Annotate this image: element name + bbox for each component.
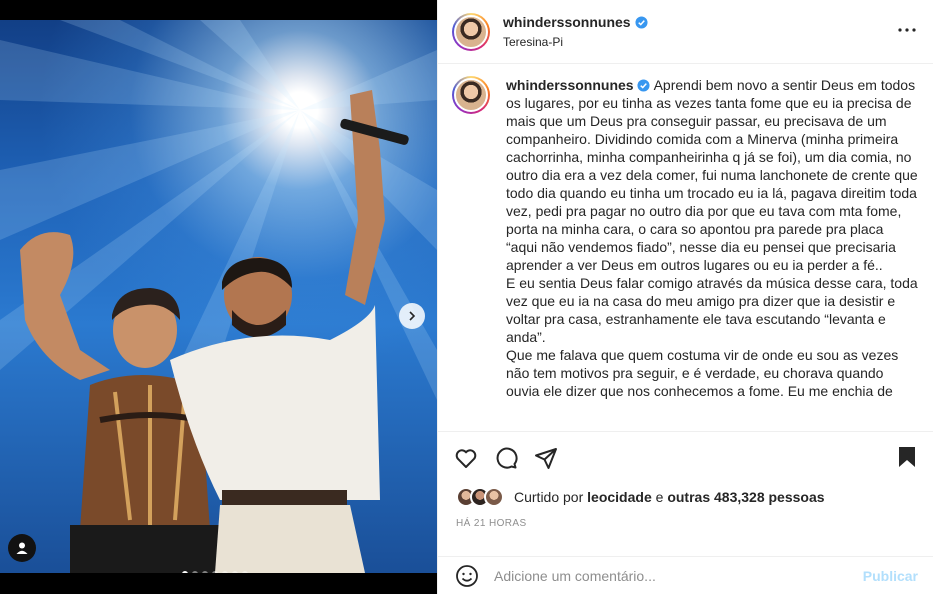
post-timestamp[interactable]: HÁ 21 HORAS bbox=[438, 510, 933, 546]
caption-username[interactable]: whinderssonnunes bbox=[506, 77, 634, 93]
caption-paragraph: Que me falava que quem costuma vir de on… bbox=[506, 347, 903, 399]
liked-by-user[interactable]: leocidade bbox=[587, 489, 652, 505]
post-header: whinderssonnunes Teresina-Pi bbox=[438, 0, 933, 64]
comment-button[interactable] bbox=[494, 446, 518, 470]
user-tag-icon bbox=[16, 542, 28, 554]
stage-photo-illustration bbox=[0, 20, 437, 573]
post-details-panel: whinderssonnunes Teresina-Pi whindersson… bbox=[437, 0, 933, 594]
heart-icon bbox=[455, 449, 477, 468]
carousel-dot bbox=[212, 571, 218, 573]
avatar[interactable] bbox=[452, 12, 490, 51]
likes-connector: e bbox=[655, 489, 664, 505]
chevron-right-icon bbox=[409, 311, 416, 321]
caption-text-1: Aprendi bem novo a sentir Deus em todos … bbox=[506, 77, 922, 273]
caption-paragraph: E eu sentia Deus falar comigo através da… bbox=[506, 275, 922, 345]
post-location[interactable]: Teresina-Pi bbox=[503, 35, 648, 49]
paper-plane-icon bbox=[535, 448, 557, 469]
caption-avatar[interactable] bbox=[452, 76, 490, 114]
like-button[interactable] bbox=[454, 446, 478, 470]
comment-bubble-icon bbox=[496, 447, 518, 469]
share-button[interactable] bbox=[534, 446, 558, 470]
carousel-dot bbox=[202, 571, 208, 573]
tagged-users-button[interactable] bbox=[8, 534, 36, 562]
carousel-dot bbox=[192, 571, 198, 573]
post-actions bbox=[438, 432, 933, 484]
likes-row: Curtido por leocidade e outras 483,328 p… bbox=[438, 484, 933, 510]
caption: whinderssonnunes Aprendi bem novo a sent… bbox=[506, 76, 918, 400]
next-photo-button[interactable] bbox=[399, 303, 425, 329]
comment-input[interactable] bbox=[494, 567, 855, 584]
likes-prefix: Curtido por bbox=[514, 489, 584, 505]
carousel-dot bbox=[222, 571, 228, 573]
liker-avatars[interactable] bbox=[456, 487, 504, 507]
post-media bbox=[0, 0, 437, 594]
carousel-dot bbox=[242, 571, 248, 573]
header-username[interactable]: whinderssonnunes bbox=[503, 14, 648, 30]
comment-bar: Publicar bbox=[438, 556, 933, 594]
avatar bbox=[484, 487, 504, 507]
likes-summary[interactable]: Curtido por leocidade e outras 483,328 p… bbox=[514, 489, 825, 505]
emoji-smile-icon bbox=[456, 564, 478, 587]
emoji-button[interactable] bbox=[454, 563, 480, 589]
save-button[interactable] bbox=[897, 446, 921, 470]
bookmark-icon bbox=[899, 447, 915, 467]
carousel-indicator bbox=[182, 571, 248, 573]
likes-others[interactable]: outras 483,328 pessoas bbox=[667, 489, 824, 505]
verified-badge-icon bbox=[637, 79, 651, 92]
carousel-dot bbox=[232, 571, 238, 573]
more-options-button[interactable] bbox=[895, 18, 919, 42]
username-text[interactable]: whinderssonnunes bbox=[503, 14, 631, 30]
caption-scroll-area[interactable]: whinderssonnunes Aprendi bem novo a sent… bbox=[438, 64, 933, 432]
verified-badge-icon bbox=[635, 15, 648, 29]
more-horizontal-icon bbox=[898, 28, 916, 32]
post-photo[interactable] bbox=[0, 20, 437, 573]
publish-comment-button[interactable]: Publicar bbox=[863, 568, 918, 584]
carousel-dot bbox=[182, 571, 188, 573]
caption-paragraph: whinderssonnunes Aprendi bem novo a sent… bbox=[506, 76, 918, 274]
